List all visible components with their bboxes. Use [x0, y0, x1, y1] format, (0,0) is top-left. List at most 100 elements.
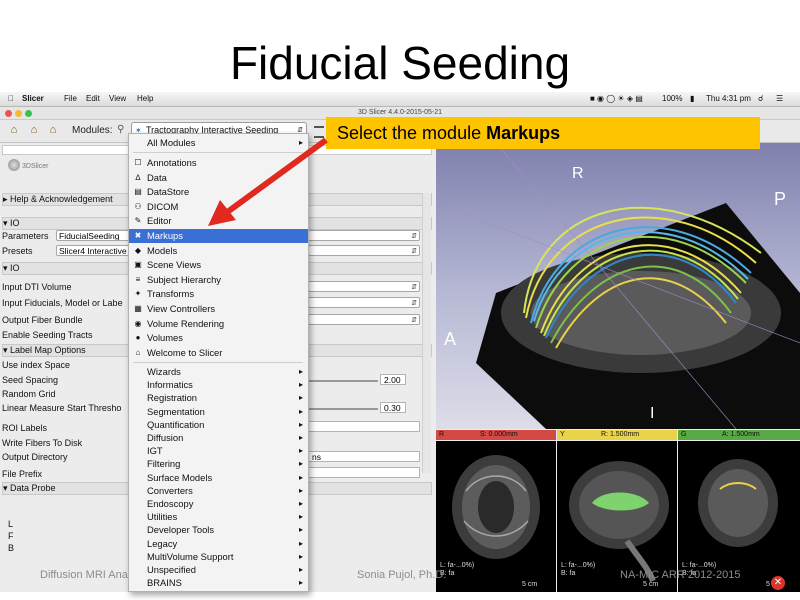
status-icons[interactable]: ■ ◉ ◯ ☀ ◈ ▤: [590, 92, 643, 106]
menu-category-quantification[interactable]: Quantification ▸: [129, 418, 308, 432]
panel-scrollbar[interactable]: [422, 193, 431, 473]
next-module-icon[interactable]: ⌂: [46, 123, 60, 137]
menu-item-view-controllers[interactable]: ▦ View Controllers: [129, 302, 308, 316]
output-directory-value: ns: [312, 452, 321, 462]
orientation-label-i: I: [650, 405, 655, 422]
slice-yellow-info: L: fa-...0%) B: fa: [561, 562, 595, 578]
input-dti-label: Input DTI Volume: [2, 282, 72, 292]
menu-item-label: Volumes: [147, 332, 183, 344]
menu-item-label: BRAINS: [147, 577, 182, 589]
close-icon[interactable]: ✕: [771, 576, 785, 590]
menu-item-label: Informatics: [147, 379, 193, 391]
menu-item-data[interactable]: ∆ Data: [129, 171, 308, 185]
menu-category-diffusion[interactable]: Diffusion ▸: [129, 431, 308, 445]
seed-spacing-spinbox[interactable]: 2.00: [380, 374, 406, 385]
apple-icon[interactable]: : [8, 92, 14, 106]
menu-edit[interactable]: Edit: [86, 92, 100, 106]
menu-category-utilities[interactable]: Utilities ▸: [129, 510, 308, 524]
menu-app[interactable]: Slicer: [22, 92, 44, 106]
combo-arrow-icon: ⇵: [411, 248, 417, 255]
menu-category-unspecified[interactable]: Unspecified ▸: [129, 563, 308, 577]
menu-category-surface-models[interactable]: Surface Models ▸: [129, 471, 308, 485]
output-fiber-label: Output Fiber Bundle: [2, 315, 83, 325]
menu-item-annotations[interactable]: ☐ Annotations: [129, 156, 308, 170]
presets-combo[interactable]: Slicer4 Interactive: [56, 245, 131, 256]
zoom-window-button[interactable]: [25, 110, 32, 117]
menu-item-subject-hierarchy[interactable]: ≡ Subject Hierarchy: [129, 273, 308, 287]
menu-item-volume-rendering[interactable]: ◉ Volume Rendering: [129, 317, 308, 331]
linear-measure-value: 0.30: [384, 403, 401, 413]
linear-measure-slider[interactable]: [308, 408, 378, 410]
slice-red-bar[interactable]: R S: 0.000mm: [436, 430, 556, 440]
presets-combo-tail[interactable]: ⇵: [308, 245, 420, 256]
menu-item-editor[interactable]: ✎ Editor: [129, 214, 308, 228]
menu-category-developer-tools[interactable]: Developer Tools ▸: [129, 523, 308, 537]
parameters-combo[interactable]: FiducialSeeding: [56, 230, 131, 241]
minimize-window-button[interactable]: [15, 110, 22, 117]
menu-category-registration[interactable]: Registration ▸: [129, 391, 308, 405]
menu-item-models[interactable]: ◆ Models: [129, 244, 308, 258]
layout-icon[interactable]: [314, 126, 324, 138]
3d-viewer[interactable]: R P A I: [436, 143, 800, 429]
menu-item-all-modules[interactable]: All Modules ▸: [129, 136, 308, 150]
clock[interactable]: Thu 4:31 pm: [706, 92, 751, 106]
modules-dropdown-menu[interactable]: All Modules ▸ ☐ Annotations ∆ Data ▤ DataStor…: [128, 133, 309, 592]
write-fibers-label: Write Fibers To Disk: [2, 438, 83, 448]
submenu-arrow-icon: ▸: [298, 578, 303, 588]
menu-category-brains[interactable]: BRAINS ▸: [129, 576, 308, 590]
module-search-icon[interactable]: ⚲: [117, 124, 124, 135]
file-prefix-field[interactable]: [308, 467, 420, 478]
menu-item-label: Unspecified: [147, 564, 196, 575]
linear-measure-spinbox[interactable]: 0.30: [380, 402, 406, 413]
output-directory-field[interactable]: ns: [308, 451, 420, 462]
volumes-icon: ●: [135, 333, 141, 343]
slice-view-red[interactable]: L: fa-...0%) B: fa 5 cm: [436, 441, 556, 592]
seed-spacing-slider[interactable]: [308, 380, 378, 382]
menu-category-informatics[interactable]: Informatics ▸: [129, 378, 308, 392]
markups-icon: ✖: [134, 231, 142, 240]
menu-item-label: Utilities: [147, 511, 178, 523]
menu-category-multivolume-support[interactable]: MultiVolume Support ▸: [129, 550, 308, 564]
home-module-icon[interactable]: ⌂: [7, 123, 21, 137]
slice-green-bar[interactable]: G A: 1.500mm: [678, 430, 800, 440]
menu-item-transforms[interactable]: ✦ Transforms: [129, 287, 308, 301]
menu-file[interactable]: File: [64, 92, 77, 106]
menu-category-igt[interactable]: IGT ▸: [129, 444, 308, 458]
close-window-button[interactable]: [5, 110, 12, 117]
use-index-label: Use index Space: [2, 360, 71, 370]
menu-item-welcome-to-slicer[interactable]: ⌂ Welcome to Slicer: [129, 346, 308, 360]
input-fiducials-combo[interactable]: ⇵: [308, 297, 420, 308]
welcome-icon: ⌂: [135, 347, 141, 357]
menu-category-segmentation[interactable]: Segmentation ▸: [129, 405, 308, 419]
spotlight-search-icon[interactable]: ☌: [758, 92, 763, 106]
footer-right: NA-MIC ARR 2012-2015: [620, 569, 741, 581]
input-dti-combo[interactable]: ⇵: [308, 281, 420, 292]
enable-seeding-label: Enable Seeding Tracts: [2, 330, 93, 340]
battery-percent: 100%: [662, 94, 683, 103]
menu-item-label: Surface Models: [147, 471, 213, 483]
menu-item-dicom[interactable]: ⚇ DICOM: [129, 200, 308, 214]
menu-category-filtering[interactable]: Filtering ▸: [129, 457, 308, 471]
slice-red-letter: R: [439, 431, 445, 438]
notification-list-icon[interactable]: ☰: [776, 92, 783, 106]
roi-labels-field[interactable]: [308, 421, 420, 432]
slice-green-offset: A: 1.500mm: [722, 431, 760, 438]
menu-category-endoscopy[interactable]: Endoscopy ▸: [129, 497, 308, 511]
menu-view[interactable]: View: [109, 92, 126, 106]
slice-yellow-bar[interactable]: Y R: 1.500mm: [557, 430, 677, 440]
menu-item-datastore[interactable]: ▤ DataStore: [129, 185, 308, 199]
menu-item-label: Filtering: [147, 458, 181, 470]
menu-category-converters[interactable]: Converters ▸: [129, 484, 308, 498]
menu-item-scene-views[interactable]: ▣ Scene Views: [129, 258, 308, 272]
menu-category-wizards[interactable]: Wizards ▸: [129, 365, 308, 379]
output-fiber-combo[interactable]: ⇵: [308, 314, 420, 325]
parameters-combo-tail[interactable]: ⇵: [308, 230, 420, 241]
previous-module-icon[interactable]: ⌂: [27, 123, 41, 137]
battery-icon[interactable]: ▮: [690, 92, 694, 106]
menu-item-volumes[interactable]: ● Volumes: [129, 331, 308, 345]
menu-item-label: Subject Hierarchy: [147, 273, 221, 285]
menu-category-legacy[interactable]: Legacy ▸: [129, 537, 308, 551]
menu-help[interactable]: Help: [137, 92, 153, 106]
menu-item-markups[interactable]: ✖ Markups: [129, 229, 308, 243]
menu-item-label: Diffusion: [147, 432, 184, 443]
